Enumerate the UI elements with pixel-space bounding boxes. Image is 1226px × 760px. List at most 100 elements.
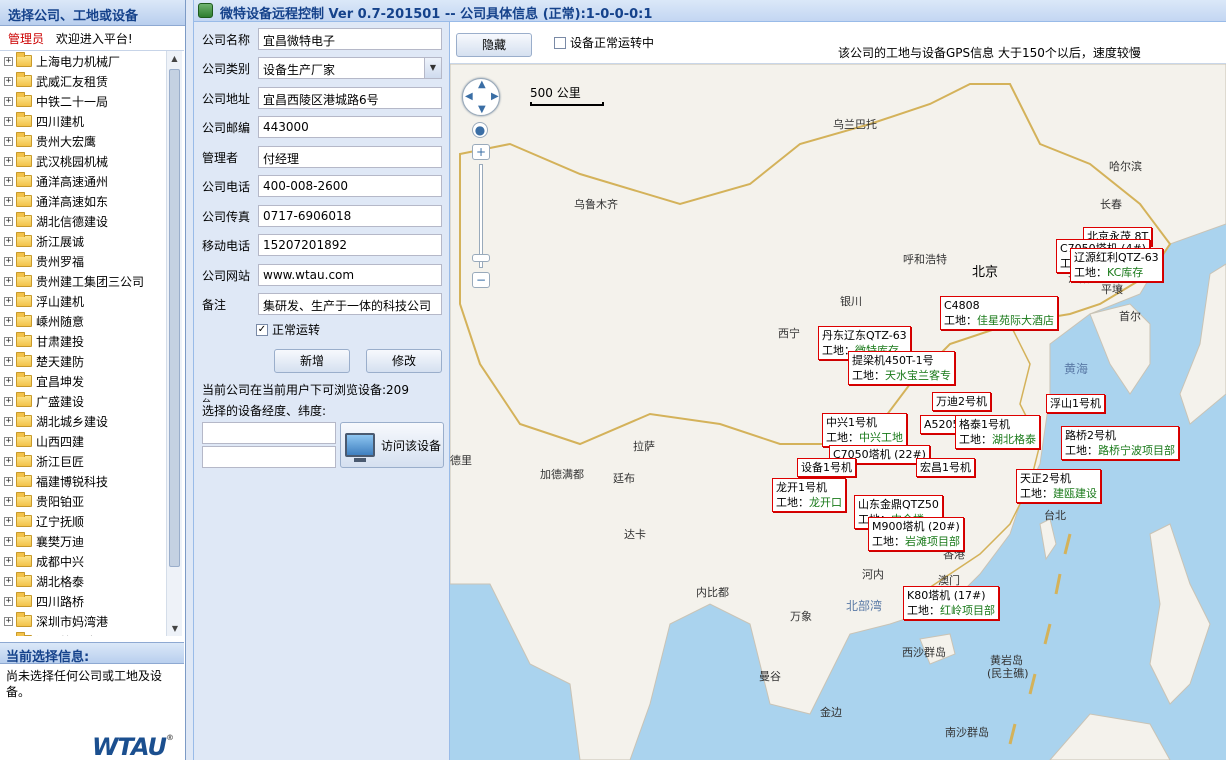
- type-select[interactable]: 设备生产厂家 ▼: [258, 57, 442, 79]
- expand-icon[interactable]: +: [4, 116, 13, 126]
- tree-scrollbar[interactable]: ▲ ▼: [166, 51, 182, 636]
- tree-item[interactable]: + 中铁二十一局: [0, 91, 166, 111]
- tree-item[interactable]: + 福建博锐科技: [0, 471, 166, 491]
- add-button[interactable]: 新增: [274, 349, 350, 373]
- zoom-out-icon[interactable]: −: [472, 272, 490, 288]
- tree-item[interactable]: + 上海电力机械厂: [0, 51, 166, 71]
- expand-icon[interactable]: +: [4, 536, 13, 546]
- pan-down-icon[interactable]: ▼: [478, 104, 486, 115]
- expand-icon[interactable]: +: [4, 516, 13, 526]
- expand-icon[interactable]: +: [4, 216, 13, 226]
- pan-right-icon[interactable]: ▶: [491, 91, 499, 102]
- tree-item[interactable]: + 通洋高速通州: [0, 171, 166, 191]
- tree-item[interactable]: + 贵州大宏鹰: [0, 131, 166, 151]
- locate-icon[interactable]: ●: [472, 122, 488, 138]
- expand-icon[interactable]: +: [4, 356, 13, 366]
- expand-icon[interactable]: +: [4, 56, 13, 66]
- address-field[interactable]: 宜昌西陵区港城路6号: [258, 87, 442, 109]
- gps-map[interactable]: ▲ ▼ ◀ ▶ ● + − 500 公里 乌兰巴托 哈尔滨 长春 乌鲁木齐 呼和…: [450, 64, 1226, 760]
- expand-icon[interactable]: +: [4, 296, 13, 306]
- device-marker[interactable]: K80塔机 (17#) 工地：红岭项目部: [903, 586, 999, 620]
- device-marker[interactable]: 宏昌1号机: [916, 458, 975, 477]
- name-field[interactable]: 宜昌微特电子: [258, 28, 442, 50]
- pan-left-icon[interactable]: ◀: [465, 91, 473, 102]
- normal-checkbox[interactable]: ✓: [256, 323, 268, 336]
- device-marker[interactable]: 辽源红利QTZ-63 工地：KC库存: [1070, 248, 1163, 282]
- tree-item[interactable]: + 贵阳铂亚: [0, 491, 166, 511]
- expand-icon[interactable]: +: [4, 276, 13, 286]
- pan-control[interactable]: ▲ ▼ ◀ ▶: [462, 78, 500, 116]
- tree-item[interactable]: + 深圳市妈湾港: [0, 611, 166, 631]
- tree-item[interactable]: + 嵊州随意: [0, 311, 166, 331]
- expand-icon[interactable]: +: [4, 136, 13, 146]
- longitude-field[interactable]: [202, 422, 336, 444]
- device-marker[interactable]: M900塔机 (20#) 工地：岩滩项目部: [868, 517, 964, 551]
- expand-icon[interactable]: +: [4, 496, 13, 506]
- expand-icon[interactable]: +: [4, 396, 13, 406]
- expand-icon[interactable]: +: [4, 476, 13, 486]
- device-marker[interactable]: 格泰1号机 工地：湖北格泰: [955, 415, 1040, 449]
- tree-item[interactable]: + 楚天建防: [0, 351, 166, 371]
- zoom-control[interactable]: ● + −: [472, 122, 490, 294]
- device-marker[interactable]: 中兴1号机 工地：中兴工地: [822, 413, 907, 447]
- tree-item[interactable]: + 湖北城乡建设: [0, 411, 166, 431]
- tree-item[interactable]: + 武汉桃园机械: [0, 151, 166, 171]
- device-marker[interactable]: C4808 工地：佳星苑际大酒店: [940, 296, 1058, 330]
- remark-field[interactable]: 集研发、生产于一体的科技公司: [258, 293, 442, 315]
- hide-button[interactable]: 隐藏: [456, 33, 532, 57]
- tree-item[interactable]: +湖北第三建设公司: [0, 631, 166, 636]
- tree-item[interactable]: + 甘肃建投: [0, 331, 166, 351]
- tree-item[interactable]: + 贵州罗福: [0, 251, 166, 271]
- edit-button[interactable]: 修改: [366, 349, 442, 373]
- tree-item[interactable]: + 四川路桥: [0, 591, 166, 611]
- expand-icon[interactable]: +: [4, 456, 13, 466]
- visit-device-button[interactable]: 访问该设备: [340, 422, 444, 468]
- panel-splitter[interactable]: [186, 0, 194, 760]
- tree-item[interactable]: + 浙江展诚: [0, 231, 166, 251]
- expand-icon[interactable]: +: [4, 96, 13, 106]
- expand-icon[interactable]: +: [4, 256, 13, 266]
- tree-item[interactable]: + 成都中兴: [0, 551, 166, 571]
- device-marker[interactable]: 提梁机450T-1号 工地：天水宝兰客专: [848, 351, 955, 385]
- tree-item[interactable]: + 辽宁抚顺: [0, 511, 166, 531]
- expand-icon[interactable]: +: [4, 616, 13, 626]
- device-marker[interactable]: 设备1号机: [797, 458, 856, 477]
- expand-icon[interactable]: +: [4, 236, 13, 246]
- expand-icon[interactable]: +: [4, 376, 13, 386]
- tree-item[interactable]: + 襄樊万迪: [0, 531, 166, 551]
- fax-field[interactable]: 0717-6906018: [258, 205, 442, 227]
- device-marker[interactable]: 万迪2号机: [932, 392, 991, 411]
- expand-icon[interactable]: +: [4, 196, 13, 206]
- tree-item[interactable]: + 通洋高速如东: [0, 191, 166, 211]
- phone-field[interactable]: 400-008-2600: [258, 175, 442, 197]
- tree-item[interactable]: + 浙江巨匠: [0, 451, 166, 471]
- tree-item[interactable]: + 湖北格泰: [0, 571, 166, 591]
- tree-item[interactable]: + 四川建机: [0, 111, 166, 131]
- scroll-down-arrow-icon[interactable]: ▼: [167, 621, 183, 636]
- tree-item[interactable]: + 贵州建工集团三公司: [0, 271, 166, 291]
- device-marker[interactable]: 路桥2号机 工地：路桥宁波项目部: [1061, 426, 1179, 460]
- expand-icon[interactable]: +: [4, 316, 13, 326]
- scroll-thumb[interactable]: [169, 69, 180, 567]
- zip-field[interactable]: 443000: [258, 116, 442, 138]
- expand-icon[interactable]: +: [4, 596, 13, 606]
- expand-icon[interactable]: +: [4, 176, 13, 186]
- expand-icon[interactable]: +: [4, 436, 13, 446]
- tree-item[interactable]: + 宜昌坤发: [0, 371, 166, 391]
- website-field[interactable]: www.wtau.com: [258, 264, 442, 286]
- tree-item[interactable]: + 浮山建机: [0, 291, 166, 311]
- normal-checkbox-row[interactable]: ✓ 正常运转: [256, 321, 320, 338]
- zoom-track[interactable]: [479, 164, 483, 268]
- tree-item[interactable]: + 武威汇友租赁: [0, 71, 166, 91]
- running-checkbox[interactable]: [554, 36, 566, 49]
- manager-field[interactable]: 付经理: [258, 146, 442, 168]
- mobile-field[interactable]: 15207201892: [258, 234, 442, 256]
- user-role[interactable]: 管理员: [8, 32, 44, 46]
- expand-icon[interactable]: +: [4, 576, 13, 586]
- tree-item[interactable]: + 山西四建: [0, 431, 166, 451]
- zoom-in-icon[interactable]: +: [472, 144, 490, 160]
- expand-icon[interactable]: +: [4, 556, 13, 566]
- running-checkbox-row[interactable]: 设备正常运转中: [554, 34, 654, 51]
- device-marker[interactable]: 天正2号机 工地：建瓯建设: [1016, 469, 1101, 503]
- tree-item[interactable]: + 广盛建设: [0, 391, 166, 411]
